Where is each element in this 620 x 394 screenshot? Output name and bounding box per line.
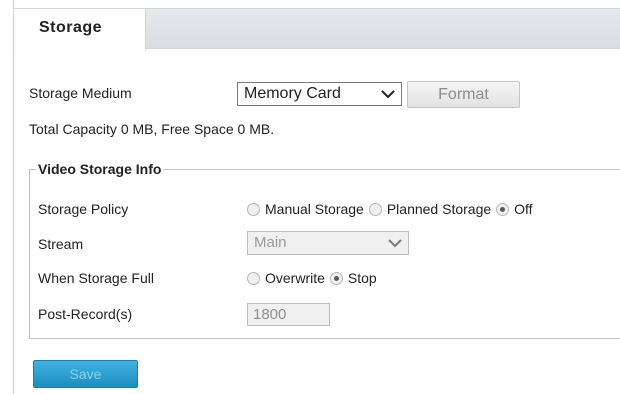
left-border — [13, 0, 14, 394]
radio-stop[interactable] — [329, 271, 343, 285]
post-record-label: Post-Record(s) — [38, 306, 133, 322]
storage-medium-label: Storage Medium — [29, 85, 132, 101]
radio-overwrite[interactable] — [247, 271, 260, 285]
format-button[interactable]: Format — [407, 81, 520, 108]
post-record-input[interactable]: 1800 — [247, 303, 330, 326]
radio-off[interactable] — [496, 202, 510, 216]
radio-manual-storage[interactable] — [247, 202, 260, 216]
tab-storage[interactable]: Storage — [13, 8, 146, 50]
planned-storage-label: Planned Storage — [386, 201, 492, 217]
storage-medium-select[interactable]: Memory Card — [237, 82, 402, 106]
when-storage-full-label: When Storage Full — [38, 270, 154, 286]
save-button[interactable]: Save — [33, 360, 138, 388]
chevron-down-icon — [388, 239, 402, 248]
stream-label: Stream — [38, 236, 84, 252]
storage-policy-label: Storage Policy — [38, 201, 129, 217]
when-full-radios: Overwrite Stop — [247, 270, 382, 286]
stream-value: Main — [254, 234, 287, 251]
storage-medium-value: Memory Card — [244, 85, 341, 102]
radio-planned-storage[interactable] — [368, 202, 382, 216]
storage-policy-radios: Manual Storage Planned Storage Off — [247, 201, 538, 217]
manual-storage-label: Manual Storage — [265, 201, 364, 217]
tab-bar: Storage — [13, 8, 620, 50]
video-storage-info-legend: Video Storage Info — [38, 161, 162, 177]
stop-label: Stop — [347, 270, 377, 286]
off-label: Off — [514, 201, 533, 217]
chevron-down-icon — [381, 90, 395, 99]
stream-select[interactable]: Main — [247, 231, 409, 255]
overwrite-label: Overwrite — [265, 270, 325, 286]
capacity-text: Total Capacity 0 MB, Free Space 0 MB. — [29, 121, 275, 137]
